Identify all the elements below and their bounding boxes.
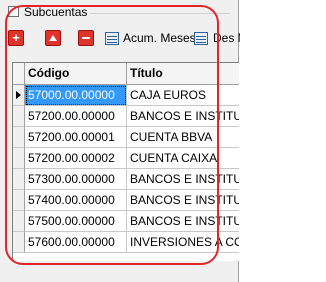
cell-codigo[interactable]: 57600.00.00000 (25, 232, 127, 253)
column-header-codigo[interactable]: Código (25, 63, 127, 85)
cell-titulo[interactable]: BANCOS E INSTITUC (127, 106, 239, 127)
panel-header: Subcuentas (0, 3, 238, 21)
table-row[interactable]: 57200.00.00000 BANCOS E INSTITUC (13, 106, 239, 127)
cell-titulo[interactable]: CUENTA CAIXA (127, 148, 239, 169)
cell-titulo[interactable]: BANCOS E INSTITUC (127, 211, 239, 232)
cell-codigo[interactable]: 57000.00.00000 (25, 85, 127, 106)
acum-meses-button[interactable]: Acum. Meses (105, 30, 196, 48)
table-row[interactable]: 57200.00.00002 CUENTA CAIXA (13, 148, 239, 169)
move-up-button[interactable] (45, 30, 61, 46)
des-meses-label: Des M (213, 31, 240, 45)
des-meses-button[interactable]: Des M (194, 30, 240, 48)
row-indicator (13, 190, 25, 211)
cell-titulo[interactable]: CUENTA BBVA (127, 127, 239, 148)
row-indicator (13, 148, 25, 169)
toolbar: + Acum. Meses Des M (8, 30, 240, 50)
table-row[interactable]: 57300.00.00000 BANCOS E INSTITUC (13, 169, 239, 190)
acum-meses-label: Acum. Meses (123, 31, 196, 45)
header-divider (90, 13, 230, 14)
arrow-up-icon (49, 35, 57, 41)
row-indicator (13, 127, 25, 148)
grid-icon (105, 32, 119, 45)
add-button[interactable]: + (8, 30, 24, 46)
panel-title: Subcuentas (24, 5, 88, 19)
table-row[interactable]: 57500.00.00000 BANCOS E INSTITUC (13, 211, 239, 232)
cell-titulo[interactable]: CAJA EUROS (127, 85, 239, 106)
minus-icon (82, 37, 90, 39)
cell-titulo[interactable]: BANCOS E INSTITUC (127, 190, 239, 211)
row-indicator-header (13, 63, 25, 85)
row-indicator (13, 232, 25, 253)
cell-codigo[interactable]: 57200.00.00001 (25, 127, 127, 148)
subcuentas-checkbox[interactable] (8, 6, 19, 17)
subcuentas-table: Código Título 57000.00.00000 CAJA EUROS … (12, 62, 239, 261)
remove-button[interactable] (78, 30, 94, 46)
row-indicator (13, 169, 25, 190)
grid-icon (194, 32, 208, 45)
cell-codigo[interactable]: 57300.00.00000 (25, 169, 127, 190)
plus-icon: + (12, 30, 20, 45)
cell-codigo[interactable]: 57200.00.00000 (25, 106, 127, 127)
cell-titulo[interactable]: INVERSIONES A COR (127, 232, 239, 253)
table-row[interactable]: 57200.00.00001 CUENTA BBVA (13, 127, 239, 148)
cell-codigo[interactable]: 57500.00.00000 (25, 211, 127, 232)
cell-titulo[interactable]: BANCOS E INSTITUC (127, 169, 239, 190)
table-row[interactable]: 57400.00.00000 BANCOS E INSTITUC (13, 190, 239, 211)
row-indicator (13, 211, 25, 232)
row-indicator (13, 106, 25, 127)
current-row-arrow-icon (16, 91, 21, 99)
cell-codigo[interactable]: 57200.00.00002 (25, 148, 127, 169)
table-row[interactable]: 57600.00.00000 INVERSIONES A COR (13, 232, 239, 253)
column-header-titulo[interactable]: Título (127, 63, 239, 85)
table-row[interactable]: 57000.00.00000 CAJA EUROS (13, 85, 239, 106)
cell-codigo[interactable]: 57400.00.00000 (25, 190, 127, 211)
row-indicator (13, 85, 25, 106)
